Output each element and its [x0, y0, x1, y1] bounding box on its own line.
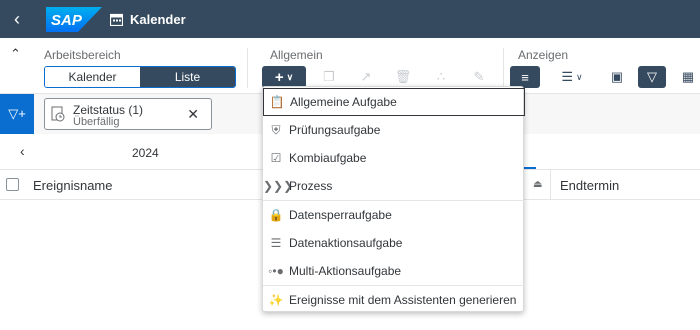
column-icon[interactable]: ≡: [510, 66, 540, 88]
chevron-left-icon[interactable]: ‹: [20, 143, 25, 159]
data-action-icon: ☰: [270, 236, 282, 250]
process-icon: ❯❯❯: [263, 179, 294, 193]
menu-item-data-action-task[interactable]: ☰ Datenaktionsaufgabe: [263, 229, 525, 257]
menu-item-label: Kombiaufgabe: [289, 151, 367, 165]
segment-list[interactable]: Liste: [140, 67, 235, 87]
schedule-icon[interactable]: ▣: [606, 66, 628, 88]
add-menu: 📋 Allgemeine Aufgabe ⛨ Prüfungsaufgabe ☑…: [262, 86, 525, 314]
wizard-icon: ✨: [268, 293, 284, 307]
app-title: Kalender: [130, 12, 186, 27]
token-value: Überfällig: [73, 116, 120, 128]
shell-bar: ‹ SAP Kalender: [0, 0, 700, 38]
film-icon[interactable]: ▦: [678, 66, 698, 88]
copy-icon[interactable]: ❐: [318, 66, 340, 88]
display-label: Anzeigen: [518, 48, 569, 62]
menu-item-label: Multi-Aktionsaufgabe: [289, 264, 402, 278]
calendar-icon: [110, 13, 123, 26]
chevron-down-icon: ∨: [286, 71, 294, 82]
back-icon[interactable]: ‹: [14, 9, 34, 29]
lock-icon: 🔒: [268, 208, 284, 222]
workspace-label: Arbeitsbereich: [44, 48, 121, 62]
collapse-icon[interactable]: ⌃: [10, 46, 21, 62]
column-divider: [550, 170, 551, 200]
menu-item-label: Datensperraufgabe: [289, 208, 392, 222]
sort-ascending-icon[interactable]: ⏏: [533, 179, 542, 190]
column-header-end-date[interactable]: Endtermin: [560, 178, 619, 193]
multi-action-icon: ◦•●: [268, 264, 284, 278]
filter-icon[interactable]: ▽: [638, 66, 666, 88]
svg-text:SAP: SAP: [51, 12, 83, 29]
menu-item-generate-events-wizard[interactable]: ✨ Ereignisse mit dem Assistenten generie…: [263, 286, 525, 314]
general-label: Allgemein: [270, 48, 323, 62]
menu-item-multi-action-task[interactable]: ◦•● Multi-Aktionsaufgabe: [263, 257, 525, 285]
menu-item-process[interactable]: ❯❯❯ Prozess: [263, 172, 525, 200]
menu-item-data-lock-task[interactable]: 🔒 Datensperraufgabe: [263, 201, 525, 229]
column-header-event-name[interactable]: Ereignisname: [33, 178, 113, 193]
filter-settings-icon[interactable]: ▽+: [0, 94, 34, 134]
list-settings-icon[interactable]: ☰ ∨: [555, 66, 589, 88]
add-button[interactable]: + ∨: [262, 66, 306, 88]
filter-merge-icon[interactable]: ∴: [430, 66, 452, 88]
select-all-checkbox[interactable]: [6, 178, 19, 191]
menu-item-review-task[interactable]: ⛨ Prüfungsaufgabe: [263, 116, 525, 144]
close-icon[interactable]: ✕: [187, 106, 199, 123]
clipboard-icon: 📋: [269, 95, 285, 109]
menu-item-label: Datenaktionsaufgabe: [289, 236, 403, 250]
year-label: 2024: [132, 146, 159, 160]
menu-item-label: Prozess: [289, 179, 333, 193]
add-icon: +: [274, 68, 284, 86]
view-segmented-button[interactable]: Kalender Liste: [44, 66, 236, 88]
menu-item-label: Ereignisse mit dem Assistenten generiere…: [289, 293, 517, 307]
delete-icon[interactable]: 🗑: [392, 66, 414, 88]
segment-calendar[interactable]: Kalender: [45, 67, 140, 87]
divider: [247, 48, 248, 88]
token-title: Zeitstatus (1): [73, 103, 144, 117]
divider: [503, 48, 504, 88]
menu-item-label: Allgemeine Aufgabe: [290, 95, 397, 109]
clock-document-icon: [51, 106, 65, 122]
shield-icon: ⛨: [271, 122, 281, 137]
menu-item-label: Prüfungsaufgabe: [289, 123, 381, 137]
share-icon[interactable]: ↗: [355, 66, 377, 88]
filter-token[interactable]: Zeitstatus (1) Überfällig ✕: [44, 98, 212, 130]
combo-clipboard-icon: ☑: [270, 151, 282, 165]
menu-item-combo-task[interactable]: ☑ Kombiaufgabe: [263, 144, 525, 172]
edit-icon[interactable]: ✎: [468, 66, 490, 88]
menu-item-general-task[interactable]: 📋 Allgemeine Aufgabe: [263, 88, 525, 116]
sap-logo: SAP: [46, 7, 102, 32]
